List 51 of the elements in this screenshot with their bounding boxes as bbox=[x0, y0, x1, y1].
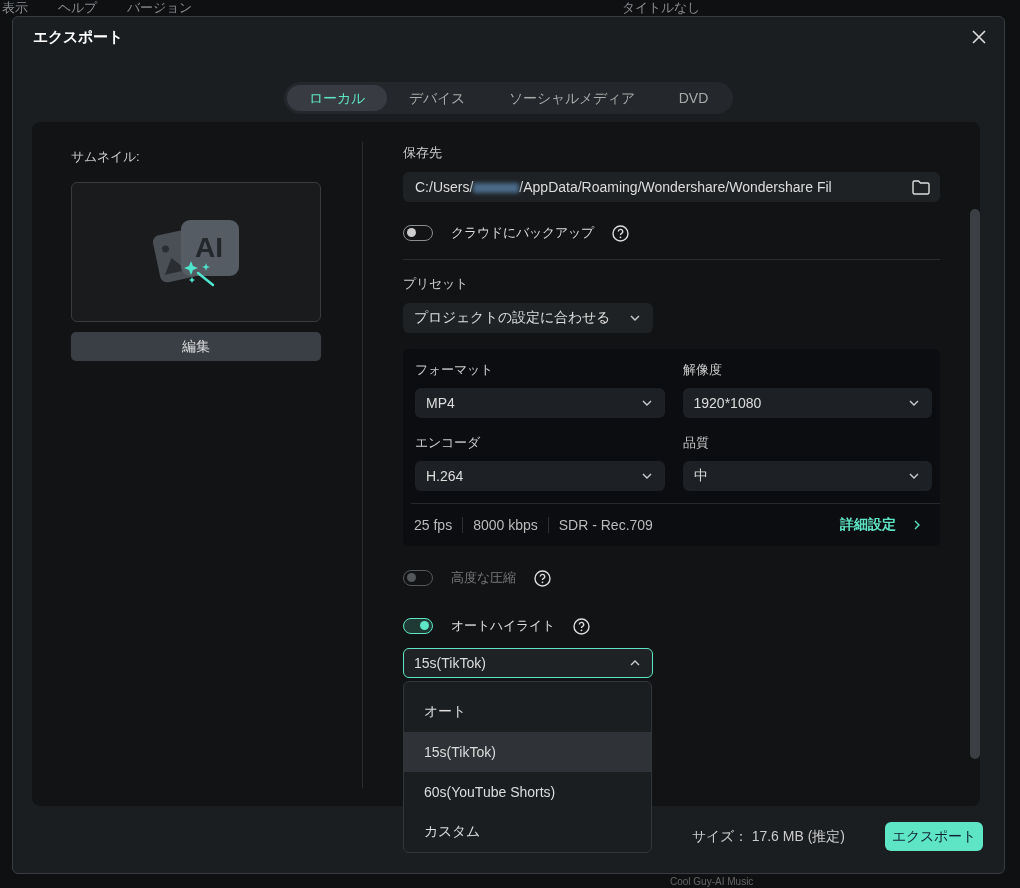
file-size-text: サイズ： 17.6 MB (推定) bbox=[691, 827, 845, 846]
setting-dropdown[interactable]: 中 bbox=[682, 461, 932, 491]
summary-text: 8000 kbps bbox=[462, 517, 548, 533]
folder-icon[interactable] bbox=[912, 179, 930, 195]
help-icon[interactable] bbox=[534, 569, 551, 587]
dropdown-option[interactable]: 60s(YouTube Shorts) bbox=[404, 772, 651, 812]
field-label: 保存先 bbox=[403, 144, 443, 162]
field-label: 品質 bbox=[682, 434, 710, 452]
edit-button[interactable]: 編集 bbox=[71, 332, 321, 361]
thumbnail-label: サムネイル: bbox=[71, 148, 141, 166]
chevron-icon bbox=[909, 473, 919, 479]
help-icon[interactable] bbox=[573, 617, 590, 635]
setting-dropdown[interactable]: H.264 bbox=[415, 461, 665, 491]
tab[interactable]: ローカル bbox=[286, 85, 387, 111]
path-field[interactable]: C:/Users/ /AppData/Roaming/Wondershare/Wondershare Fil bbox=[403, 172, 940, 202]
toggle-label: 高度な圧縮 bbox=[451, 569, 516, 587]
track-label: Cool Guy-AI Music bbox=[670, 876, 754, 888]
toggle-label: クラウドにバックアップ bbox=[451, 224, 594, 242]
menu-item[interactable]: ヘルプ bbox=[58, 0, 97, 16]
chevron-icon bbox=[641, 473, 652, 479]
menu-item[interactable]: 表示 bbox=[2, 0, 28, 16]
chevron-icon bbox=[630, 660, 640, 666]
highlight-dropdown[interactable]: 15s(TikTok) bbox=[403, 648, 653, 678]
field-label: フォーマット bbox=[415, 361, 494, 379]
menu-item[interactable]: バージョン bbox=[127, 0, 192, 16]
tab[interactable]: デバイス bbox=[386, 85, 487, 111]
setting-dropdown[interactable]: MP4 bbox=[415, 388, 665, 418]
summary-text: SDR - Rec.709 bbox=[547, 517, 663, 533]
close-icon[interactable] bbox=[970, 28, 988, 46]
tab[interactable]: ソーシャルメディア bbox=[486, 85, 657, 111]
advanced-settings-link[interactable]: 詳細設定 bbox=[840, 516, 920, 534]
dialog-title: エクスポート bbox=[33, 27, 123, 47]
summary-text: 25 fps bbox=[414, 517, 454, 533]
chevron-icon bbox=[909, 400, 919, 406]
toggle-label: オートハイライト bbox=[451, 617, 555, 635]
export-button[interactable]: エクスポート bbox=[885, 822, 983, 851]
scrollbar[interactable] bbox=[970, 209, 980, 759]
field-label: エンコーダ bbox=[415, 434, 481, 452]
chevron-icon bbox=[630, 315, 640, 321]
dropdown-option[interactable]: オート bbox=[404, 692, 651, 732]
tab[interactable]: DVD bbox=[656, 85, 731, 111]
chevron-right-icon bbox=[914, 520, 920, 530]
help-icon[interactable] bbox=[612, 224, 629, 242]
dropdown-option[interactable]: 15s(TikTok) bbox=[404, 732, 651, 772]
field-label: 解像度 bbox=[682, 361, 723, 379]
dropdown-option[interactable]: カスタム bbox=[404, 812, 651, 852]
chevron-icon bbox=[641, 400, 652, 406]
preset-dropdown[interactable]: プロジェクトの設定に合わせる bbox=[403, 303, 653, 333]
app-title: タイトルなし bbox=[622, 0, 700, 16]
setting-dropdown[interactable]: 1920*1080 bbox=[682, 388, 932, 418]
field-label: プリセット bbox=[403, 275, 469, 293]
